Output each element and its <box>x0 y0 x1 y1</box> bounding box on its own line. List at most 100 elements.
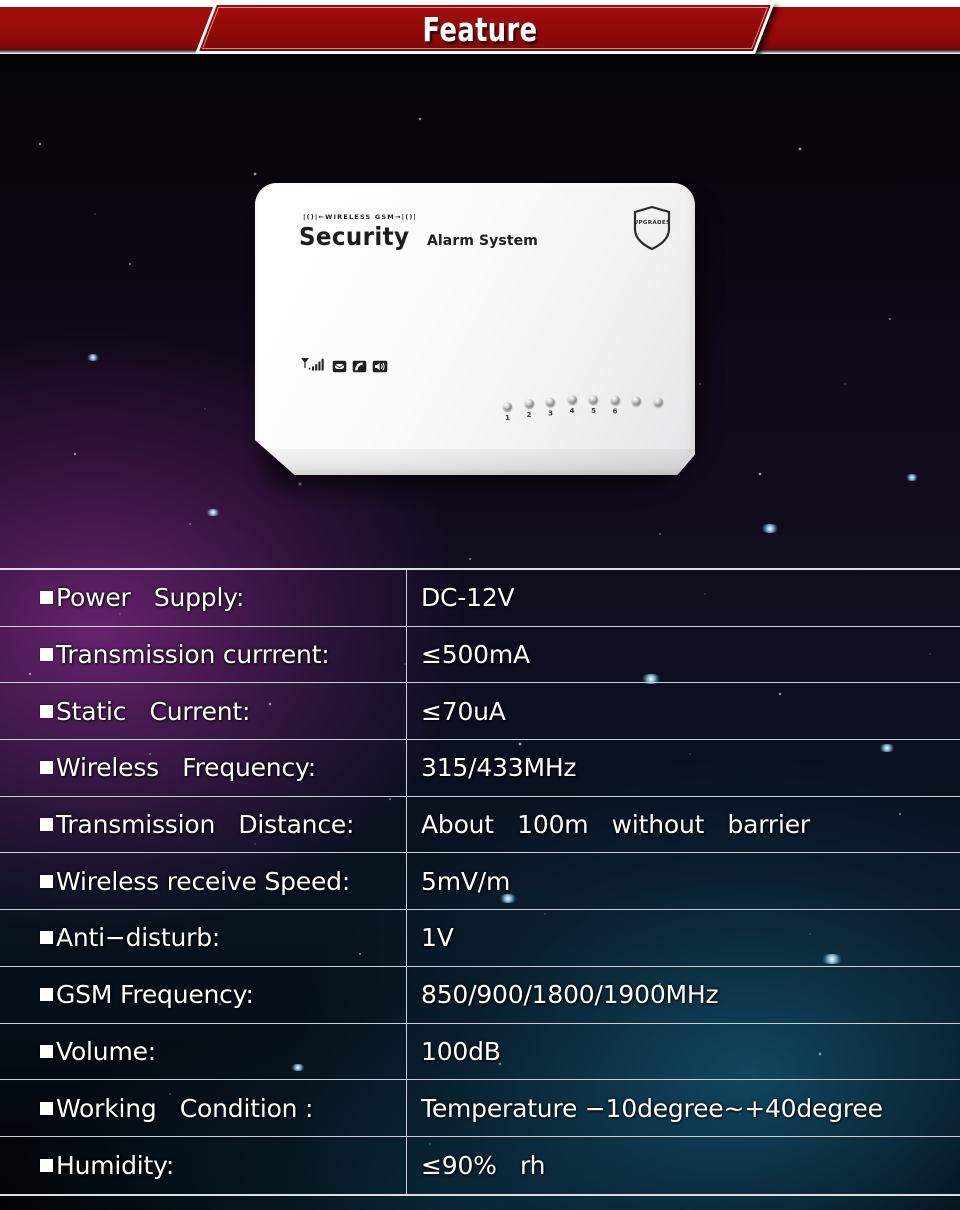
spec-label-text: Wireless receive Speed: <box>56 866 351 896</box>
spec-value-text: ≤70uA <box>421 696 506 726</box>
spec-row: Volume: 100dB <box>0 1023 960 1081</box>
led-label: 2 <box>526 411 532 419</box>
spec-row: Power Supply: DC-12V <box>0 570 960 627</box>
spec-label-text: Power Supply: <box>56 583 245 613</box>
spec-value-cell: ≤500mA <box>407 627 960 683</box>
spec-value-cell: 315/433MHz <box>407 740 960 796</box>
spec-value-text: About 100m without barrier <box>421 810 810 840</box>
square-bullet-icon <box>40 704 53 718</box>
led-label: 1 <box>505 414 510 422</box>
spec-label-text: Wireless Frequency: <box>56 753 316 783</box>
spec-value-text: ≤90% rh <box>421 1150 546 1180</box>
upgrades-shield-icon: UPGRADES <box>631 205 673 251</box>
glow-star-2 <box>205 509 221 516</box>
device-status-icons <box>301 357 388 378</box>
upgrades-badge-label: UPGRADES <box>633 220 671 226</box>
led-indicator-row: 1 2 3 4 5 6 <box>503 395 663 422</box>
spec-value-text: 850/900/1800/1900MHz <box>421 980 719 1010</box>
led-indicator: 5 <box>589 395 598 415</box>
led-lamp <box>524 399 534 408</box>
spec-value-text: ≤500mA <box>421 640 530 670</box>
led-indicator: 4 <box>567 395 577 415</box>
square-bullet-icon <box>40 1158 53 1172</box>
led-indicator: 6 <box>610 395 620 416</box>
led-indicator: 3 <box>546 397 555 418</box>
led-lamp <box>632 396 641 406</box>
spec-row: Working Condition : Temperature −10degree… <box>0 1080 960 1137</box>
spec-row: Wireless receive Speed: 5mV/m <box>0 853 960 911</box>
spec-row: Humidity: ≤90% rh <box>0 1136 960 1194</box>
spec-label-cell: Power Supply: <box>0 570 407 626</box>
alarm-panel-product: |()|←WIRELESS GSM→|()| Security Alarm Sy… <box>255 183 705 489</box>
feature-page: Feature |()|←WIRELESS GSM→|()| Security … <box>0 0 960 1210</box>
led-indicator: 1 <box>503 402 512 422</box>
spec-label-text: Humidity: <box>56 1150 175 1180</box>
spec-label-cell: Transmission Distance: <box>0 796 407 853</box>
spec-label-text: Transmission currrent: <box>56 640 330 670</box>
led-lamp <box>503 402 512 411</box>
device-bottom-edge <box>255 449 695 475</box>
spec-value-cell: About 100m without barrier <box>407 797 960 853</box>
device-branding: |()|←WIRELESS GSM→|()| Security Alarm Sy… <box>299 213 538 251</box>
square-bullet-icon <box>40 648 53 662</box>
phone-icon <box>352 360 367 378</box>
spec-label-cell: Transmission currrent: <box>0 626 407 683</box>
spec-label-cell: Wireless Frequency: <box>0 740 407 796</box>
led-label: 3 <box>548 409 553 418</box>
led-label: 4 <box>569 407 575 415</box>
led-lamp <box>567 395 577 404</box>
feature-banner: Feature <box>0 0 960 58</box>
glow-star-1 <box>86 354 100 361</box>
spec-value-text: 100dB <box>421 1036 501 1066</box>
specification-table: Power Supply: DC-12V Transmission currrent… <box>0 568 960 1196</box>
led-lamp <box>653 397 663 407</box>
spec-row: Transmission currrent: ≤500mA <box>0 626 960 684</box>
glow-star-3 <box>760 524 780 533</box>
spec-value-cell: ≤90% rh <box>407 1137 960 1194</box>
spec-row: Transmission Distance: About 100m without… <box>0 796 960 854</box>
led-lamp <box>546 397 555 407</box>
brand-name-security: Security <box>299 222 410 251</box>
square-bullet-icon <box>40 874 53 888</box>
spec-label-cell: Anti−disturb: <box>0 910 407 966</box>
spec-value-cell: 1V <box>407 910 960 966</box>
spec-label-cell: Humidity: <box>0 1136 407 1194</box>
spec-value-text: 315/433MHz <box>421 753 577 783</box>
led-lamp <box>589 395 598 404</box>
envelope-icon <box>332 360 347 378</box>
led-indicator <box>653 397 663 418</box>
square-bullet-icon <box>40 931 53 945</box>
spec-value-text: DC-12V <box>421 583 515 613</box>
brand-name-alarm-system: Alarm System <box>426 233 538 249</box>
spec-label-text: Working Condition : <box>56 1093 314 1123</box>
spec-value-cell: 850/900/1800/1900MHz <box>407 967 960 1023</box>
spec-label-text: Transmission Distance: <box>56 810 355 840</box>
square-bullet-icon <box>40 988 53 1002</box>
spec-row: Anti−disturb: 1V <box>0 910 960 967</box>
led-lamp <box>610 395 620 405</box>
glow-star-9 <box>905 474 919 481</box>
spec-label-text: GSM Frequency: <box>56 980 254 1010</box>
square-bullet-icon <box>40 761 53 775</box>
spec-row: Wireless Frequency: 315/433MHz <box>0 740 960 797</box>
led-indicator <box>632 396 641 417</box>
spec-label-text: Static Current: <box>56 696 251 726</box>
spec-row: Static Current: ≤70uA <box>0 683 960 741</box>
spec-value-cell: ≤70uA <box>407 683 960 739</box>
spec-label-cell: Static Current: <box>0 683 407 740</box>
spec-value-cell: 5mV/m <box>407 853 960 909</box>
led-label: 5 <box>591 407 596 415</box>
square-bullet-icon <box>40 1101 53 1115</box>
spec-row: GSM Frequency: 850/900/1800/1900MHz <box>0 966 960 1024</box>
led-label: 6 <box>612 407 618 416</box>
spec-value-cell: 100dB <box>407 1024 960 1080</box>
brand-line: Security Alarm System <box>299 222 538 251</box>
device-body: |()|←WIRELESS GSM→|()| Security Alarm Sy… <box>255 183 695 475</box>
spec-label-cell: Working Condition : <box>0 1080 407 1136</box>
square-bullet-icon <box>40 591 53 605</box>
spec-value-text: 1V <box>421 923 454 953</box>
speaker-icon <box>372 360 388 378</box>
led-indicator: 2 <box>524 399 534 419</box>
signal-bars-icon <box>301 357 327 378</box>
spec-label-cell: Wireless receive Speed: <box>0 853 407 910</box>
